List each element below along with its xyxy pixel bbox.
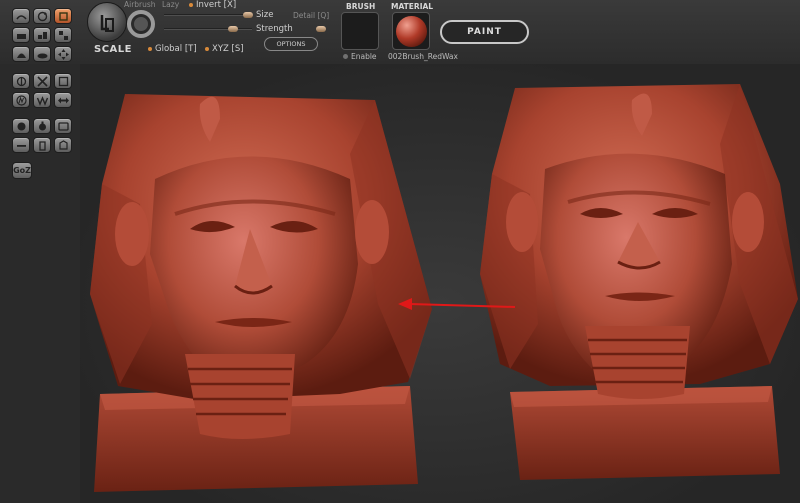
move-icon[interactable] (54, 46, 72, 62)
size-label: Size (256, 10, 274, 20)
scale-tool-button[interactable] (87, 2, 127, 42)
clip-icon[interactable] (33, 73, 51, 89)
draw-size-circle[interactable] (127, 10, 155, 38)
clay-icon[interactable] (12, 46, 30, 62)
save-icon[interactable] (54, 137, 72, 153)
brush-section-title: BRUSH (346, 2, 376, 11)
detail-label[interactable]: Detail [Q] (293, 11, 329, 20)
stroke-icon[interactable] (33, 27, 51, 43)
scale-label: SCALE (94, 44, 132, 55)
mask-icon[interactable] (12, 27, 30, 43)
lazy-label[interactable]: Lazy (162, 0, 179, 9)
goz-button[interactable]: GoZ (12, 162, 32, 179)
scale-icon (100, 15, 114, 32)
left-sidebar: GoZ (0, 64, 80, 503)
redo-icon[interactable] (33, 137, 51, 153)
size-slider[interactable] (164, 14, 252, 16)
strength-slider-knob[interactable] (228, 26, 238, 32)
material-name: 002Brush_RedWax (388, 52, 458, 61)
material-icon[interactable] (12, 118, 30, 134)
symmetry-icon[interactable] (12, 73, 30, 89)
transpose-icon[interactable] (54, 92, 72, 108)
detail-slider-knob[interactable] (316, 26, 326, 32)
global-toggle[interactable]: Global [T] (148, 44, 197, 54)
enable-indicator-icon[interactable] (343, 54, 348, 59)
xyz-toggle[interactable]: XYZ [S] (205, 44, 244, 54)
strength-label: Strength (256, 24, 293, 34)
render-icon[interactable] (54, 118, 72, 134)
rotate-icon[interactable] (33, 8, 51, 24)
layer-icon[interactable] (54, 27, 72, 43)
size-slider-knob[interactable] (243, 12, 253, 18)
sculpt-canvas[interactable] (80, 64, 800, 503)
invert-toggle[interactable]: Invert [X] (189, 0, 236, 10)
strength-slider[interactable] (164, 28, 252, 30)
color-icon[interactable] (33, 118, 51, 134)
canvas-viewport[interactable] (80, 64, 800, 503)
invert-indicator-icon (189, 2, 193, 7)
top-shelf: SCALE Airbrush Lazy Invert [X] Size Deta… (0, 0, 800, 81)
global-indicator-icon (148, 46, 152, 51)
material-section-title: MATERIAL (391, 2, 434, 11)
enable-label[interactable]: Enable (351, 52, 377, 61)
scale-icon[interactable] (54, 8, 72, 24)
smooth-icon[interactable] (33, 46, 51, 62)
curve-icon[interactable] (12, 92, 30, 108)
sculpt-model-left (90, 94, 432, 492)
zigzag-icon[interactable] (33, 92, 51, 108)
sculpt-model-right (480, 84, 798, 480)
sculpt-icon[interactable] (12, 8, 30, 24)
options-button[interactable]: OPTIONS (264, 37, 318, 51)
airbrush-label[interactable]: Airbrush (124, 0, 156, 9)
brush-selector[interactable] (341, 12, 379, 50)
xyz-indicator-icon (205, 46, 209, 51)
frame-icon[interactable] (54, 73, 72, 89)
material-preview-icon (396, 16, 427, 47)
undo-icon[interactable] (12, 137, 30, 153)
paint-button[interactable]: PAINT (440, 20, 529, 44)
material-selector[interactable] (392, 12, 430, 50)
